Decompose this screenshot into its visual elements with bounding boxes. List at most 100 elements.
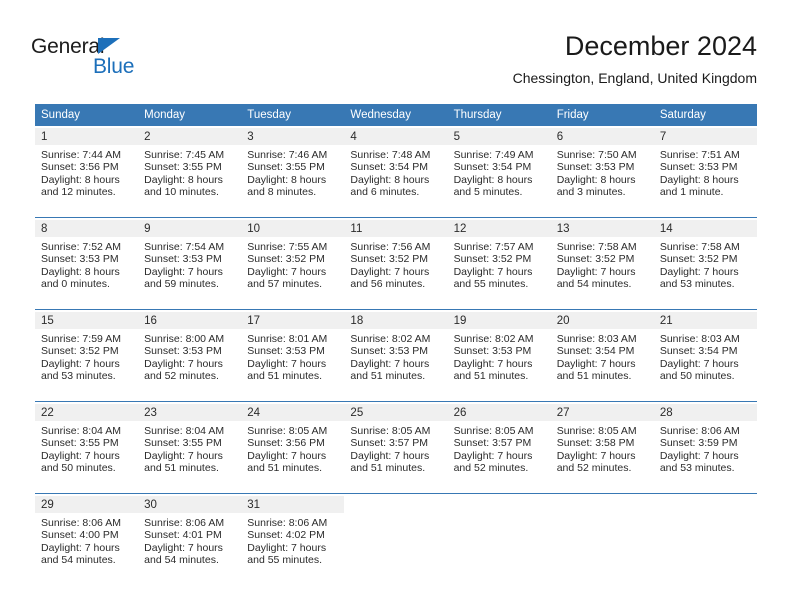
daylight-text-line1: Daylight: 7 hours bbox=[247, 449, 327, 462]
daylight-text-line2: and 53 minutes. bbox=[41, 370, 116, 383]
daylight-text-line1: Daylight: 7 hours bbox=[350, 265, 430, 278]
day-number: 25 bbox=[344, 404, 448, 421]
calendar-day-cell[interactable]: 17 Sunrise: 8:01 AM Sunset: 3:53 PM Dayligh… bbox=[241, 312, 345, 401]
daylight-text-line1: Daylight: 8 hours bbox=[144, 173, 223, 186]
calendar-day-cell[interactable]: 2 Sunrise: 7:45 AM Sunset: 3:55 PM Daylight… bbox=[138, 128, 242, 217]
day-details: Sunrise: 7:59 AM Sunset: 3:52 PM Daylight:… bbox=[35, 329, 138, 383]
day-number: 4 bbox=[344, 128, 448, 145]
sunset-text: Sunset: 3:53 PM bbox=[350, 345, 429, 358]
daylight-text-line1: Daylight: 7 hours bbox=[41, 449, 120, 462]
sunrise-text: Sunrise: 8:05 AM bbox=[453, 425, 534, 437]
sunset-text: Sunset: 3:59 PM bbox=[659, 437, 738, 450]
calendar-day-cell[interactable]: 30 Sunrise: 8:06 AM Sunset: 4:01 PM Dayligh… bbox=[138, 496, 242, 585]
calendar-day-cell[interactable]: 5 Sunrise: 7:49 AM Sunset: 3:54 PM Daylight… bbox=[447, 128, 551, 217]
sunset-text: Sunset: 3:56 PM bbox=[247, 437, 325, 450]
day-details: Sunrise: 7:50 AM Sunset: 3:53 PM Daylight:… bbox=[551, 145, 654, 199]
daylight-text-line1: Daylight: 7 hours bbox=[144, 449, 223, 462]
daylight-text-line1: Daylight: 7 hours bbox=[556, 357, 636, 370]
daylight-text-line1: Daylight: 7 hours bbox=[350, 357, 430, 370]
day-number: 27 bbox=[550, 404, 654, 421]
day-details: Sunrise: 8:04 AM Sunset: 3:55 PM Daylight:… bbox=[138, 421, 241, 475]
daylight-text-line2: and 8 minutes. bbox=[247, 186, 317, 199]
calendar-day-cell[interactable]: 8 Sunrise: 7:52 AM Sunset: 3:53 PM Daylight… bbox=[35, 220, 139, 309]
sunset-text: Sunset: 3:52 PM bbox=[453, 253, 532, 266]
calendar-day-cell[interactable]: 7 Sunrise: 7:51 AM Sunset: 3:53 PM Daylight… bbox=[653, 128, 757, 217]
sunrise-text: Sunrise: 8:02 AM bbox=[350, 333, 431, 345]
day-number: 31 bbox=[241, 496, 345, 513]
sunset-text: Sunset: 3:54 PM bbox=[659, 345, 738, 358]
daylight-text-line2: and 51 minutes. bbox=[453, 370, 529, 383]
day-details: Sunrise: 8:01 AM Sunset: 3:53 PM Daylight:… bbox=[241, 329, 344, 383]
calendar-day-cell bbox=[551, 496, 654, 585]
logo-text-general: General bbox=[31, 35, 105, 58]
day-number: 3 bbox=[241, 128, 345, 145]
calendar-day-cell[interactable]: 1 Sunrise: 7:44 AM Sunset: 3:56 PM Daylight… bbox=[35, 128, 139, 217]
day-number: 7 bbox=[653, 128, 757, 145]
sunrise-text: Sunrise: 8:06 AM bbox=[659, 425, 740, 437]
daylight-text-line2: and 55 minutes. bbox=[247, 554, 322, 567]
calendar-day-cell[interactable]: 24 Sunrise: 8:05 AM Sunset: 3:56 PM Dayligh… bbox=[241, 404, 345, 493]
daylight-text-line2: and 51 minutes. bbox=[247, 370, 322, 383]
calendar-day-cell[interactable]: 21 Sunrise: 8:03 AM Sunset: 3:54 PM Dayligh… bbox=[653, 312, 757, 401]
daylight-text-line1: Daylight: 7 hours bbox=[453, 265, 533, 278]
daylight-text-line2: and 51 minutes. bbox=[350, 462, 426, 475]
calendar-day-cell[interactable]: 20 Sunrise: 8:03 AM Sunset: 3:54 PM Dayligh… bbox=[550, 312, 654, 401]
day-details: Sunrise: 7:57 AM Sunset: 3:52 PM Daylight:… bbox=[448, 237, 551, 291]
daylight-text-line2: and 55 minutes. bbox=[453, 278, 529, 291]
calendar-day-cell[interactable]: 12 Sunrise: 7:57 AM Sunset: 3:52 PM Dayligh… bbox=[447, 220, 551, 309]
calendar-day-cell[interactable]: 4 Sunrise: 7:48 AM Sunset: 3:54 PM Daylight… bbox=[344, 128, 448, 217]
calendar-day-cell[interactable]: 11 Sunrise: 7:56 AM Sunset: 3:52 PM Dayligh… bbox=[344, 220, 448, 309]
sunset-text: Sunset: 3:57 PM bbox=[453, 437, 532, 450]
day-details: Sunrise: 7:58 AM Sunset: 3:52 PM Daylight:… bbox=[654, 237, 757, 291]
day-number: 20 bbox=[550, 312, 654, 329]
daylight-text-line1: Daylight: 8 hours bbox=[247, 173, 327, 186]
weekday-header-wednesday: Wednesday bbox=[344, 104, 448, 126]
calendar-day-cell[interactable]: 31 Sunrise: 8:06 AM Sunset: 4:02 PM Dayligh… bbox=[241, 496, 345, 585]
calendar-day-cell[interactable]: 29 Sunrise: 8:06 AM Sunset: 4:00 PM Dayligh… bbox=[35, 496, 139, 585]
sunrise-text: Sunrise: 7:51 AM bbox=[659, 149, 740, 161]
sunrise-text: Sunrise: 7:55 AM bbox=[247, 241, 328, 253]
sunset-text: Sunset: 3:55 PM bbox=[144, 437, 222, 450]
calendar-day-cell[interactable]: 23 Sunrise: 8:04 AM Sunset: 3:55 PM Dayligh… bbox=[138, 404, 242, 493]
sunset-text: Sunset: 3:52 PM bbox=[350, 253, 429, 266]
calendar-day-cell[interactable]: 3 Sunrise: 7:46 AM Sunset: 3:55 PM Daylight… bbox=[241, 128, 345, 217]
day-details: Sunrise: 7:56 AM Sunset: 3:52 PM Daylight:… bbox=[344, 237, 447, 291]
daylight-text-line1: Daylight: 7 hours bbox=[144, 357, 223, 370]
calendar-day-cell[interactable]: 10 Sunrise: 7:55 AM Sunset: 3:52 PM Dayligh… bbox=[241, 220, 345, 309]
sunset-text: Sunset: 3:54 PM bbox=[556, 345, 635, 358]
day-details: Sunrise: 8:05 AM Sunset: 3:56 PM Daylight:… bbox=[241, 421, 344, 475]
calendar-day-cell[interactable]: 9 Sunrise: 7:54 AM Sunset: 3:53 PM Daylight… bbox=[138, 220, 242, 309]
sunrise-text: Sunrise: 7:58 AM bbox=[556, 241, 637, 253]
weekday-header-friday: Friday bbox=[550, 104, 654, 126]
sunrise-text: Sunrise: 7:48 AM bbox=[350, 149, 431, 161]
day-number: 29 bbox=[35, 496, 139, 513]
calendar-day-cell[interactable]: 25 Sunrise: 8:05 AM Sunset: 3:57 PM Dayligh… bbox=[344, 404, 448, 493]
daylight-text-line1: Daylight: 7 hours bbox=[144, 541, 223, 554]
daylight-text-line1: Daylight: 7 hours bbox=[41, 541, 120, 554]
day-number: 10 bbox=[241, 220, 345, 237]
calendar-day-cell[interactable]: 15 Sunrise: 7:59 AM Sunset: 3:52 PM Dayligh… bbox=[35, 312, 139, 401]
sunset-text: Sunset: 3:54 PM bbox=[453, 161, 532, 174]
daylight-text-line1: Daylight: 7 hours bbox=[556, 265, 636, 278]
daylight-text-line2: and 6 minutes. bbox=[350, 186, 420, 199]
calendar-day-cell[interactable]: 6 Sunrise: 7:50 AM Sunset: 3:53 PM Daylight… bbox=[550, 128, 654, 217]
calendar-day-cell[interactable]: 28 Sunrise: 8:06 AM Sunset: 3:59 PM Dayligh… bbox=[653, 404, 757, 493]
calendar-day-cell[interactable]: 16 Sunrise: 8:00 AM Sunset: 3:53 PM Dayligh… bbox=[138, 312, 242, 401]
daylight-text-line1: Daylight: 7 hours bbox=[247, 357, 327, 370]
calendar-day-cell[interactable]: 13 Sunrise: 7:58 AM Sunset: 3:52 PM Dayligh… bbox=[550, 220, 654, 309]
calendar-day-cell[interactable]: 26 Sunrise: 8:05 AM Sunset: 3:57 PM Dayligh… bbox=[447, 404, 551, 493]
sunrise-text: Sunrise: 7:59 AM bbox=[41, 333, 121, 345]
calendar-day-cell[interactable]: 27 Sunrise: 8:05 AM Sunset: 3:58 PM Dayligh… bbox=[550, 404, 654, 493]
general-blue-logo[interactable]: General Blue bbox=[31, 36, 211, 84]
sunrise-text: Sunrise: 8:05 AM bbox=[247, 425, 328, 437]
calendar-day-cell[interactable]: 22 Sunrise: 8:04 AM Sunset: 3:55 PM Dayligh… bbox=[35, 404, 139, 493]
calendar-day-cell[interactable]: 18 Sunrise: 8:02 AM Sunset: 3:53 PM Dayligh… bbox=[344, 312, 448, 401]
sunset-text: Sunset: 3:53 PM bbox=[144, 345, 222, 358]
calendar-day-cell[interactable]: 19 Sunrise: 8:02 AM Sunset: 3:53 PM Dayligh… bbox=[447, 312, 551, 401]
logo-triangle-icon bbox=[98, 38, 120, 54]
calendar-day-cell[interactable]: 14 Sunrise: 7:58 AM Sunset: 3:52 PM Dayligh… bbox=[653, 220, 757, 309]
day-number: 12 bbox=[447, 220, 551, 237]
daylight-text-line1: Daylight: 8 hours bbox=[350, 173, 430, 186]
sunset-text: Sunset: 3:56 PM bbox=[41, 161, 119, 174]
day-number: 28 bbox=[653, 404, 757, 421]
